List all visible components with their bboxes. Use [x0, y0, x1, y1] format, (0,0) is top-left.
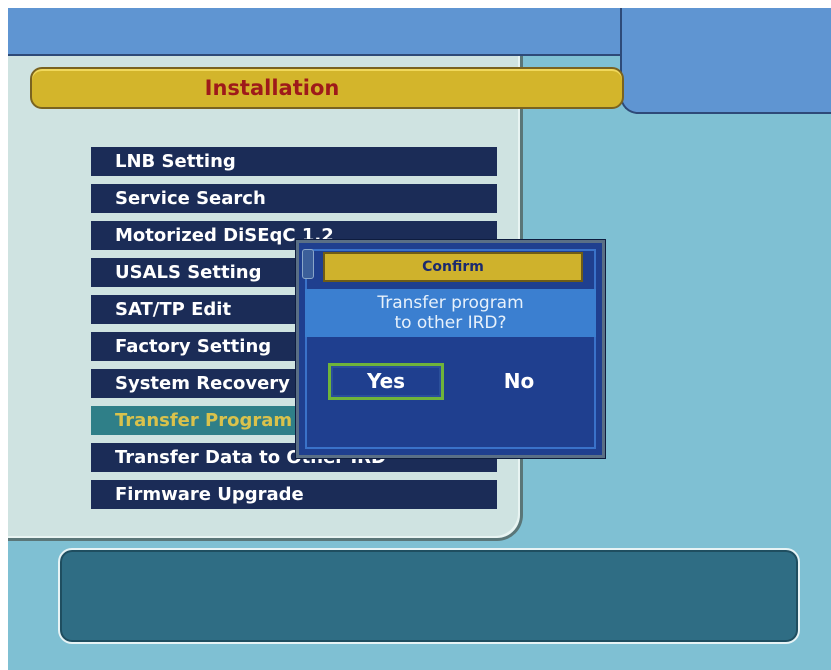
no-button[interactable]: No — [479, 363, 559, 400]
dialog-title: Confirm — [323, 252, 583, 282]
dialog-message: Transfer program to other IRD? — [305, 289, 596, 337]
dialog-message-line-1: Transfer program — [377, 293, 524, 313]
menu-item-firmware-upgrade[interactable]: Firmware Upgrade — [91, 480, 497, 509]
header-tab-right — [620, 8, 831, 114]
info-box — [58, 548, 800, 644]
tv-screen: Installation LNB Setting Service Search … — [8, 8, 831, 670]
page-title: Installation — [204, 76, 340, 100]
menu-item-service-search[interactable]: Service Search — [91, 184, 497, 213]
yes-button[interactable]: Yes — [328, 363, 444, 400]
menu-item-lnb-setting[interactable]: LNB Setting — [91, 147, 497, 176]
title-bar: Installation — [30, 67, 624, 109]
dialog-handle-icon — [302, 249, 314, 279]
confirm-dialog: Confirm Transfer program to other IRD? Y… — [296, 240, 605, 458]
dialog-message-line-2: to other IRD? — [394, 313, 507, 333]
